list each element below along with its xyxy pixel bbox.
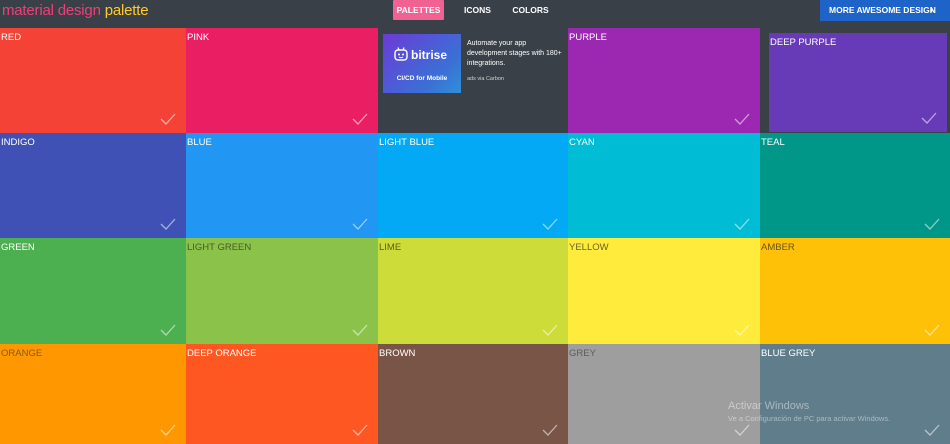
brand-part-1: material design: [2, 2, 101, 19]
color-name: LIGHT GREEN: [187, 242, 252, 253]
color-name: ORANGE: [1, 348, 43, 359]
color-tile-deep-orange[interactable]: DEEP ORANGE: [186, 344, 378, 444]
color-tile-pink[interactable]: PINK: [186, 28, 378, 133]
color-name: BLUE: [187, 137, 212, 148]
color-tile-light-green[interactable]: LIGHT GREEN: [186, 238, 378, 344]
windows-watermark-text: Ve a Configuración de PC para activar Wi…: [728, 414, 891, 423]
check-icon: [160, 218, 176, 230]
top-bar: material design palette PALETTES ICONS C…: [0, 0, 950, 24]
color-tile-lime[interactable]: LIME: [378, 238, 568, 344]
color-name: GREEN: [1, 242, 35, 253]
color-tile-blue[interactable]: BLUE: [186, 133, 378, 238]
color-name: PURPLE: [569, 32, 608, 43]
color-name: PINK: [187, 32, 210, 43]
palette-grid: RED PINK PURPLE DEEP PURPLE INDIGO BLUE LIGHT …: [0, 28, 950, 444]
chevron-right-icon: ›: [930, 5, 933, 15]
windows-watermark-title: Activar Windows: [728, 400, 810, 412]
color-tile-yellow[interactable]: YELLOW: [568, 238, 760, 344]
color-tile-orange[interactable]: ORANGE: [0, 344, 186, 444]
color-name: GREY: [569, 348, 596, 359]
color-name: RED: [1, 32, 22, 43]
check-icon: [352, 218, 368, 230]
color-tile-purple[interactable]: PURPLE: [568, 28, 760, 133]
check-icon: [542, 218, 558, 230]
cta-label: MORE AWESOME DESIGN: [829, 5, 936, 15]
check-icon: [734, 113, 750, 125]
color-name: BLUE GREY: [761, 348, 816, 359]
color-tile-green[interactable]: GREEN: [0, 238, 186, 344]
color-name: LIME: [379, 242, 402, 253]
check-icon: [160, 324, 176, 336]
check-icon: [352, 324, 368, 336]
color-name: CYAN: [569, 137, 595, 148]
check-icon: [924, 218, 940, 230]
check-icon: [352, 113, 368, 125]
color-tile-grey[interactable]: GREY: [568, 344, 760, 444]
nav-tab-icons[interactable]: ICONS: [459, 0, 496, 20]
check-icon: [734, 218, 750, 230]
color-name: YELLOW: [569, 242, 609, 253]
check-icon: [924, 324, 940, 336]
color-name: INDIGO: [1, 137, 35, 148]
more-awesome-design-button[interactable]: MORE AWESOME DESIGN ›: [820, 0, 950, 21]
color-tile-light-blue[interactable]: LIGHT BLUE: [378, 133, 568, 238]
nav-tab-palettes[interactable]: PALETTES: [393, 0, 444, 20]
color-name: TEAL: [761, 137, 785, 148]
check-icon: [160, 113, 176, 125]
check-icon: [542, 424, 558, 436]
color-tile-cyan[interactable]: CYAN: [568, 133, 760, 238]
color-name: AMBER: [761, 242, 795, 253]
color-tile-teal[interactable]: TEAL: [760, 133, 950, 238]
check-icon: [921, 112, 937, 124]
color-tile-deep-purple[interactable]: DEEP PURPLE: [769, 33, 947, 132]
check-icon: [734, 424, 750, 436]
check-icon: [160, 424, 176, 436]
check-icon: [734, 324, 750, 336]
color-tile-amber[interactable]: AMBER: [760, 238, 950, 344]
check-icon: [542, 324, 558, 336]
color-tile-indigo[interactable]: INDIGO: [0, 133, 186, 238]
check-icon: [924, 424, 940, 436]
color-name: DEEP ORANGE: [187, 348, 257, 359]
nav-tab-colors[interactable]: COLORS: [510, 0, 551, 20]
check-icon: [352, 424, 368, 436]
color-name: LIGHT BLUE: [379, 137, 435, 148]
color-name: DEEP PURPLE: [770, 37, 837, 48]
color-tile-blue-grey[interactable]: BLUE GREY: [760, 344, 950, 444]
brand-logo[interactable]: material design palette: [2, 1, 149, 21]
color-tile-red[interactable]: RED: [0, 28, 186, 133]
color-tile-brown[interactable]: BROWN: [378, 344, 568, 444]
brand-part-2: palette: [104, 2, 149, 19]
color-name: BROWN: [379, 348, 416, 359]
